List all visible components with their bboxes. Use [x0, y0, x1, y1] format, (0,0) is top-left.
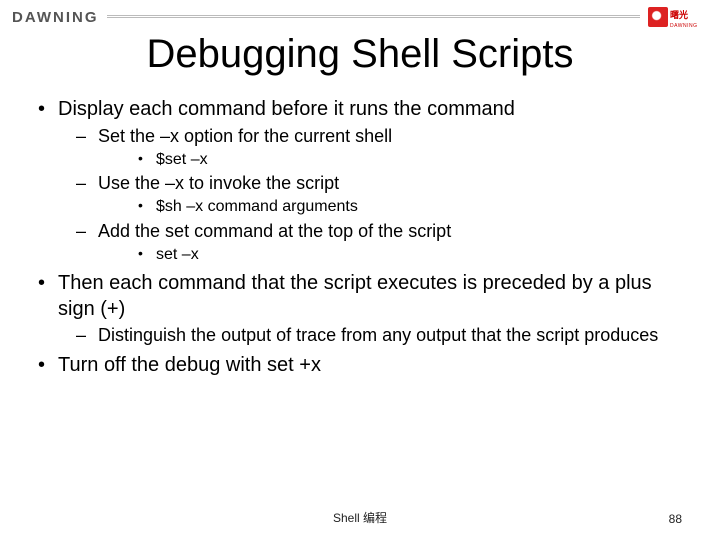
- page-number: 88: [669, 512, 682, 526]
- slide-content: Display each command before it runs the …: [0, 97, 720, 379]
- header-divider: [107, 15, 641, 19]
- list-item: $sh –x command arguments: [126, 197, 684, 217]
- bullet-text: set –x: [156, 246, 199, 263]
- bullet-list-level3: set –x: [98, 245, 684, 265]
- bullet-text: Set the –x option for the current shell: [98, 126, 392, 146]
- bullet-list-level2: Set the –x option for the current shell …: [58, 125, 684, 266]
- bullet-list-level3: $set –x: [98, 150, 684, 170]
- list-item: set –x: [126, 245, 684, 265]
- list-item: Add the set command at the top of the sc…: [66, 220, 684, 266]
- footer-text: Shell 编程: [333, 509, 387, 526]
- bullet-text: Distinguish the output of trace from any…: [98, 325, 658, 345]
- bullet-text: Use the –x to invoke the script: [98, 173, 339, 193]
- bullet-list-level1: Display each command before it runs the …: [36, 97, 684, 379]
- logo-text-block: 曙光 DAWNING: [670, 5, 697, 29]
- logo-text: 曙光: [670, 10, 688, 20]
- bullet-text: $set –x: [156, 151, 208, 168]
- bullet-text: Display each command before it runs the …: [58, 98, 515, 120]
- list-item: Distinguish the output of trace from any…: [66, 324, 684, 347]
- list-item: Use the –x to invoke the script $sh –x c…: [66, 172, 684, 218]
- bullet-text: $sh –x command arguments: [156, 198, 358, 215]
- bullet-list-level2: Distinguish the output of trace from any…: [58, 324, 684, 347]
- slide-footer: Shell 编程: [0, 509, 720, 526]
- slide-title: Debugging Shell Scripts: [0, 32, 720, 77]
- bullet-text: Turn off the debug with set +x: [58, 354, 321, 376]
- list-item: Then each command that the script execut…: [36, 271, 684, 347]
- bullet-text: Add the set command at the top of the sc…: [98, 221, 451, 241]
- bullet-list-level3: $sh –x command arguments: [98, 197, 684, 217]
- list-item: Set the –x option for the current shell …: [66, 125, 684, 171]
- logo-icon: 曙光 DAWNING: [648, 5, 708, 29]
- logo-mark-icon: [648, 7, 668, 27]
- brand-name: DAWNING: [12, 9, 99, 26]
- logo-subtext: DAWNING: [670, 23, 697, 29]
- list-item: Turn off the debug with set +x: [36, 353, 684, 379]
- list-item: $set –x: [126, 150, 684, 170]
- list-item: Display each command before it runs the …: [36, 97, 684, 265]
- slide-header: DAWNING 曙光 DAWNING: [0, 0, 720, 28]
- bullet-text: Then each command that the script execut…: [58, 272, 652, 320]
